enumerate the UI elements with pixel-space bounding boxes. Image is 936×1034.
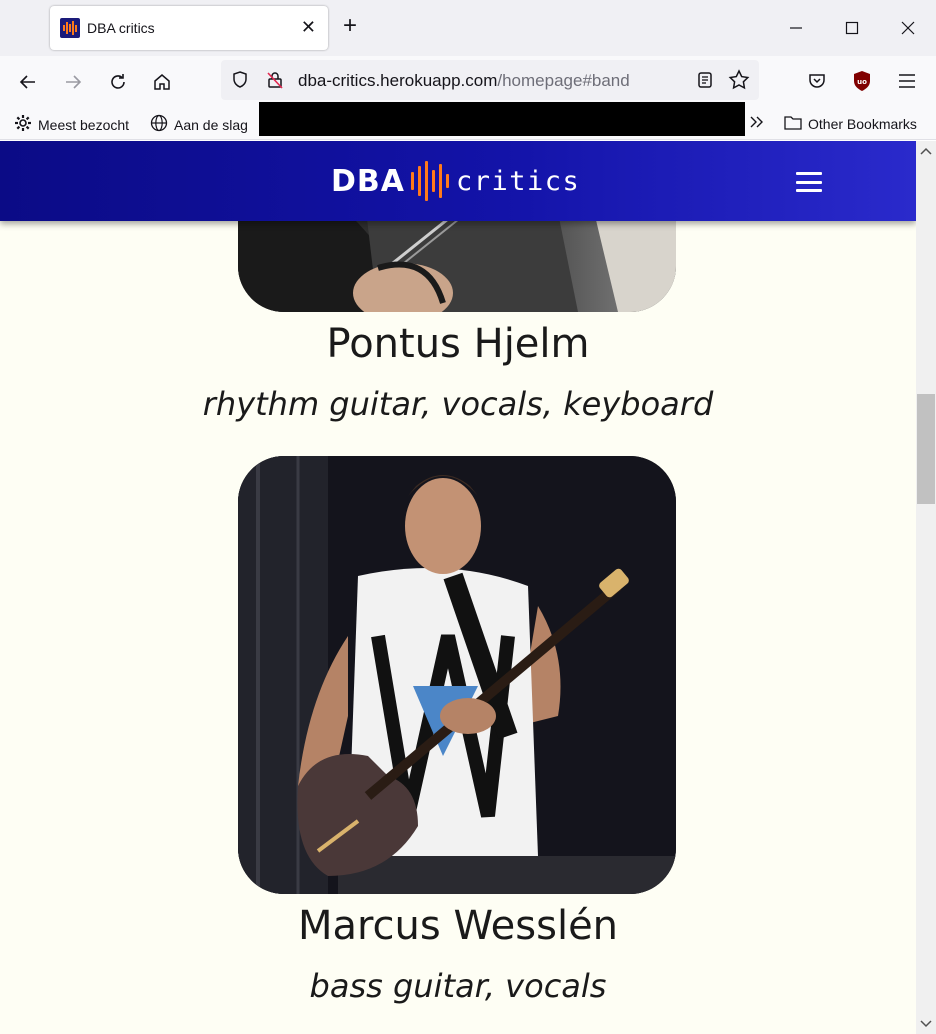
other-bookmarks-label: Other Bookmarks xyxy=(808,115,917,132)
scroll-thumb[interactable] xyxy=(917,394,935,504)
site-logo[interactable]: DBA critics xyxy=(331,159,580,203)
reader-view-icon[interactable] xyxy=(691,66,719,94)
forward-arrow-icon[interactable] xyxy=(59,68,87,96)
new-tab-button[interactable]: + xyxy=(343,14,357,38)
page-scrollbar[interactable] xyxy=(916,141,936,1034)
logo-text-critics: critics xyxy=(456,165,581,197)
reload-icon[interactable] xyxy=(104,68,132,96)
tracking-shield-icon[interactable] xyxy=(226,66,254,94)
member-role: bass guitar, vocals xyxy=(309,967,607,1005)
home-icon[interactable] xyxy=(148,68,176,96)
bookmark-aan-de-slag[interactable]: Aan de slag xyxy=(150,114,248,135)
gear-icon xyxy=(14,114,32,135)
member-role: rhythm guitar, vocals, keyboard xyxy=(202,385,714,423)
bookmark-star-icon[interactable] xyxy=(725,66,753,94)
bookmark-meest-bezocht[interactable]: Meest bezocht xyxy=(14,114,129,135)
redacted-region xyxy=(259,102,745,136)
bookmark-label: Meest bezocht xyxy=(38,116,130,133)
browser-tab[interactable]: DBA critics ✕ xyxy=(50,6,328,50)
minimize-icon[interactable] xyxy=(782,14,810,42)
tab-title: DBA critics xyxy=(87,20,155,36)
url-host: dba-critics.herokuapp.com xyxy=(298,71,498,90)
url-text[interactable]: dba-critics.herokuapp.com/homepage#band xyxy=(298,71,630,91)
folder-icon xyxy=(784,114,802,133)
back-arrow-icon[interactable] xyxy=(14,68,42,96)
insecure-lock-icon[interactable] xyxy=(261,66,289,94)
page-viewport: DBA critics Pontus Hjelm rhythm guitar, … xyxy=(0,141,916,1034)
close-window-icon[interactable] xyxy=(894,14,922,42)
member-name: Marcus Wesslén xyxy=(297,903,619,949)
close-tab-icon[interactable]: ✕ xyxy=(301,18,316,36)
site-header: DBA critics xyxy=(0,141,916,221)
hamburger-menu-icon[interactable] xyxy=(796,172,822,192)
svg-text:uo: uo xyxy=(857,78,867,86)
menu-icon[interactable] xyxy=(893,67,921,95)
sound-wave-icon xyxy=(411,159,449,203)
more-bookmarks-chevron-icon[interactable] xyxy=(749,114,765,130)
other-bookmarks-folder[interactable]: Other Bookmarks xyxy=(784,114,917,133)
site-favicon-icon xyxy=(60,18,80,38)
member-photo-marcus-wesslen xyxy=(238,456,676,894)
member-name: Pontus Hjelm xyxy=(326,321,590,367)
ublock-origin-icon[interactable]: uo xyxy=(848,67,876,95)
globe-icon xyxy=(150,114,168,135)
pocket-icon[interactable] xyxy=(803,67,831,95)
url-path: /homepage#band xyxy=(497,71,630,90)
maximize-icon[interactable] xyxy=(838,14,866,42)
scroll-up-icon[interactable] xyxy=(916,143,936,159)
scroll-down-icon[interactable] xyxy=(916,1016,936,1032)
logo-text-dba: DBA xyxy=(331,163,405,199)
bookmark-label: Aan de slag xyxy=(174,116,248,133)
